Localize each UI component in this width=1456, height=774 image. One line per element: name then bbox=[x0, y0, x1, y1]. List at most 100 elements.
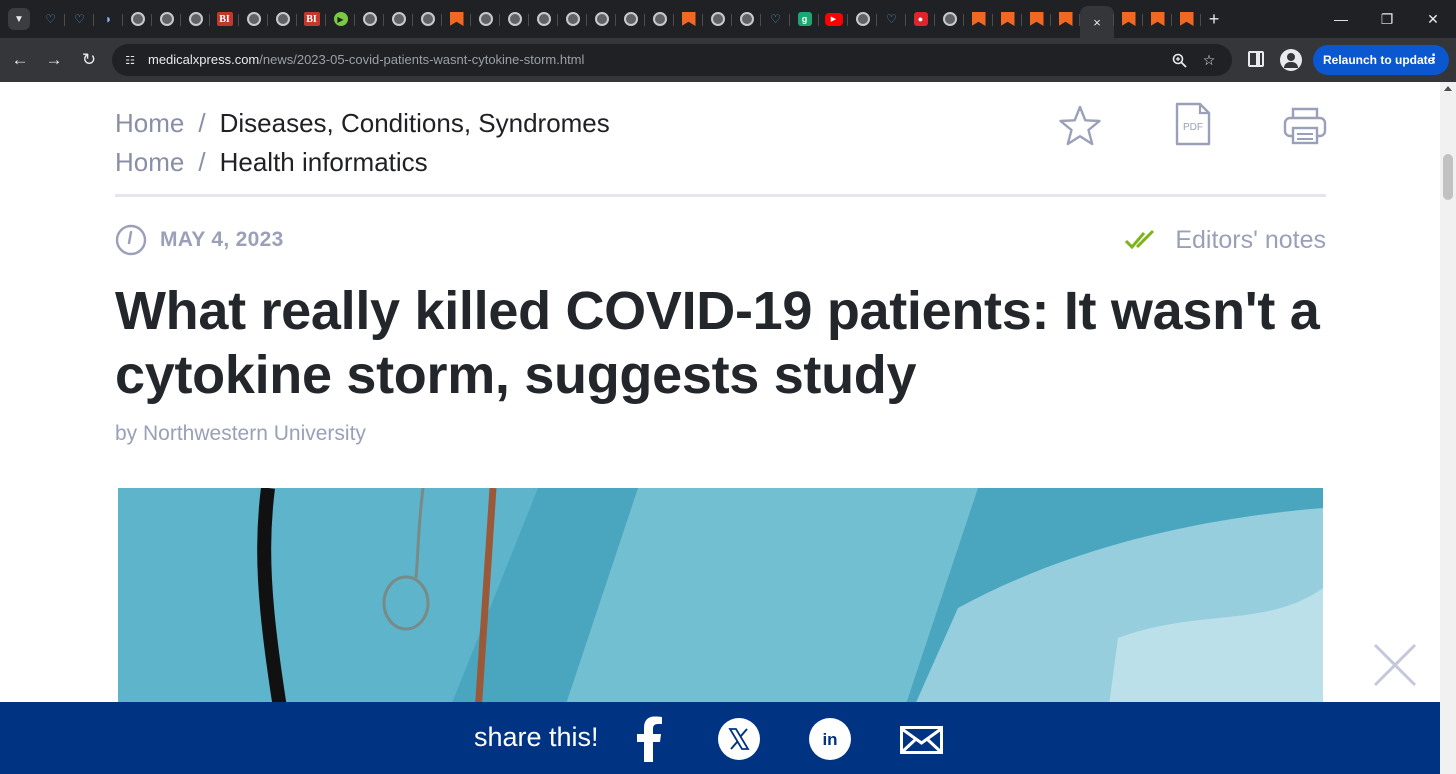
restore-button[interactable]: ❐ bbox=[1364, 0, 1410, 38]
scroll-thumb[interactable] bbox=[1443, 154, 1453, 200]
breadcrumb-category-link[interactable]: Diseases, Conditions, Syndromes bbox=[220, 108, 610, 139]
browser-tab[interactable]: ◗ bbox=[94, 6, 123, 32]
date-text: MAY 4, 2023 bbox=[160, 228, 284, 251]
browser-tab[interactable] bbox=[558, 6, 587, 32]
browser-tab[interactable]: ▶ bbox=[819, 6, 848, 32]
breadcrumb-row: Home / Diseases, Conditions, Syndromes bbox=[115, 104, 610, 143]
browser-tab[interactable]: BI bbox=[210, 6, 239, 32]
browser-tab[interactable] bbox=[384, 6, 413, 32]
close-tab-icon[interactable]: × bbox=[1093, 15, 1101, 30]
editors-notes-label[interactable]: Editors' notes bbox=[1175, 226, 1326, 255]
browser-tab[interactable] bbox=[616, 6, 645, 32]
browser-tab[interactable] bbox=[471, 6, 500, 32]
zoom-icon[interactable] bbox=[1170, 51, 1188, 69]
browser-tab[interactable] bbox=[239, 6, 268, 32]
breadcrumb-category-link[interactable]: Health informatics bbox=[220, 147, 428, 178]
browser-tab[interactable] bbox=[703, 6, 732, 32]
browser-tab[interactable] bbox=[1022, 6, 1051, 32]
back-button[interactable]: ← bbox=[8, 48, 32, 72]
browser-tab[interactable] bbox=[1051, 6, 1080, 32]
browser-tab[interactable] bbox=[413, 6, 442, 32]
browser-tab[interactable] bbox=[442, 6, 471, 32]
browser-tab[interactable] bbox=[964, 6, 993, 32]
tab-active[interactable]: × bbox=[1080, 6, 1114, 38]
browser-tab[interactable] bbox=[152, 6, 181, 32]
breadcrumb-home-link[interactable]: Home bbox=[115, 147, 184, 178]
close-window-button[interactable]: ✕ bbox=[1410, 0, 1456, 38]
browser-tab[interactable] bbox=[993, 6, 1022, 32]
browser-tab[interactable] bbox=[355, 6, 384, 32]
breadcrumb-home-link[interactable]: Home bbox=[115, 108, 184, 139]
bookmark-orange-favicon-icon bbox=[1058, 12, 1073, 26]
side-panel-icon[interactable] bbox=[1248, 51, 1264, 67]
globe-favicon-icon bbox=[507, 12, 522, 26]
new-tab-button[interactable]: + bbox=[1201, 6, 1227, 32]
browser-tab[interactable] bbox=[732, 6, 761, 32]
browser-tab[interactable]: ♡ bbox=[761, 6, 790, 32]
relaunch-to-update-button[interactable]: Relaunch to update ⋮ bbox=[1313, 45, 1449, 75]
page-scrollbar[interactable] bbox=[1440, 82, 1456, 774]
profile-avatar-icon[interactable] bbox=[1280, 49, 1302, 71]
reload-button[interactable]: ↻ bbox=[77, 48, 101, 72]
browser-tab[interactable] bbox=[645, 6, 674, 32]
bookmark-orange-favicon-icon bbox=[971, 12, 986, 26]
close-icon[interactable] bbox=[1372, 642, 1418, 688]
print-icon[interactable] bbox=[1283, 106, 1327, 146]
browser-tab[interactable] bbox=[1143, 6, 1172, 32]
email-share-icon[interactable] bbox=[900, 726, 943, 754]
article-byline: by Northwestern University bbox=[115, 422, 366, 445]
favorite-star-icon[interactable] bbox=[1058, 104, 1102, 148]
x-share-icon[interactable] bbox=[718, 718, 760, 760]
minimize-button[interactable]: — bbox=[1318, 0, 1364, 38]
headline-line-1: What really killed COVID-19 patients: It… bbox=[115, 281, 1320, 341]
bookmark-orange-favicon-icon bbox=[1121, 12, 1136, 26]
divider bbox=[115, 194, 1326, 197]
linkedin-glyph: in bbox=[822, 730, 837, 749]
browser-tab[interactable] bbox=[935, 6, 964, 32]
browser-tab[interactable] bbox=[181, 6, 210, 32]
bookmark-orange-favicon-icon bbox=[681, 12, 696, 26]
pdf-label: PDF bbox=[1183, 122, 1203, 133]
browser-tab[interactable]: BI bbox=[297, 6, 326, 32]
web-page: Home / Diseases, Conditions, Syndromes H… bbox=[0, 82, 1440, 774]
globe-favicon-icon bbox=[710, 12, 725, 26]
browser-tab[interactable]: ● bbox=[906, 6, 935, 32]
browser-tab[interactable]: ▶ bbox=[326, 6, 355, 32]
url-text[interactable]: medicalxpress.com/news/2023-05-covid-pat… bbox=[148, 52, 584, 67]
double-check-icon bbox=[1125, 229, 1155, 250]
bookmark-orange-favicon-icon bbox=[1179, 12, 1194, 26]
browser-tab[interactable] bbox=[674, 6, 703, 32]
browser-tab[interactable]: g bbox=[790, 6, 819, 32]
globe-favicon-icon bbox=[739, 12, 754, 26]
browser-tab[interactable]: ♡ bbox=[65, 6, 94, 32]
browser-tab[interactable] bbox=[587, 6, 616, 32]
globe-favicon-icon bbox=[652, 12, 667, 26]
heart-favicon-icon: ♡ bbox=[74, 12, 85, 26]
browser-tab[interactable] bbox=[529, 6, 558, 32]
linkedin-share-icon[interactable]: in bbox=[809, 718, 851, 760]
forward-button[interactable]: → bbox=[42, 48, 66, 72]
share-bar: share this! in bbox=[0, 702, 1440, 774]
browser-tab[interactable] bbox=[1114, 6, 1143, 32]
browser-tab[interactable] bbox=[500, 6, 529, 32]
bookmark-star-icon[interactable]: ☆ bbox=[1200, 51, 1218, 69]
browser-tab[interactable] bbox=[848, 6, 877, 32]
browser-tab[interactable]: ♡ bbox=[36, 6, 65, 32]
browser-tab[interactable] bbox=[268, 6, 297, 32]
browser-tab[interactable] bbox=[1172, 6, 1201, 32]
pdf-download-icon[interactable]: PDF bbox=[1174, 102, 1212, 146]
url-domain: medicalxpress.com bbox=[148, 52, 260, 67]
address-bar[interactable]: ☷ medicalxpress.com/news/2023-05-covid-p… bbox=[112, 44, 1232, 76]
browser-tab[interactable] bbox=[123, 6, 152, 32]
tab-search-button[interactable]: ▼ bbox=[8, 8, 30, 30]
globe-favicon-icon bbox=[594, 12, 609, 26]
globe-favicon-icon bbox=[565, 12, 580, 26]
editors-notes-link[interactable]: Editors' notes bbox=[1125, 222, 1326, 258]
green-play-favicon-icon: ▶ bbox=[333, 12, 348, 26]
site-info-icon[interactable]: ☷ bbox=[122, 52, 138, 68]
facebook-share-icon[interactable] bbox=[634, 716, 664, 762]
browser-tab[interactable]: ♡ bbox=[877, 6, 906, 32]
relaunch-label: Relaunch to update bbox=[1323, 53, 1435, 67]
scroll-up-arrow-icon[interactable] bbox=[1444, 86, 1452, 91]
browser-menu-icon[interactable]: ⋮ bbox=[1427, 51, 1440, 67]
